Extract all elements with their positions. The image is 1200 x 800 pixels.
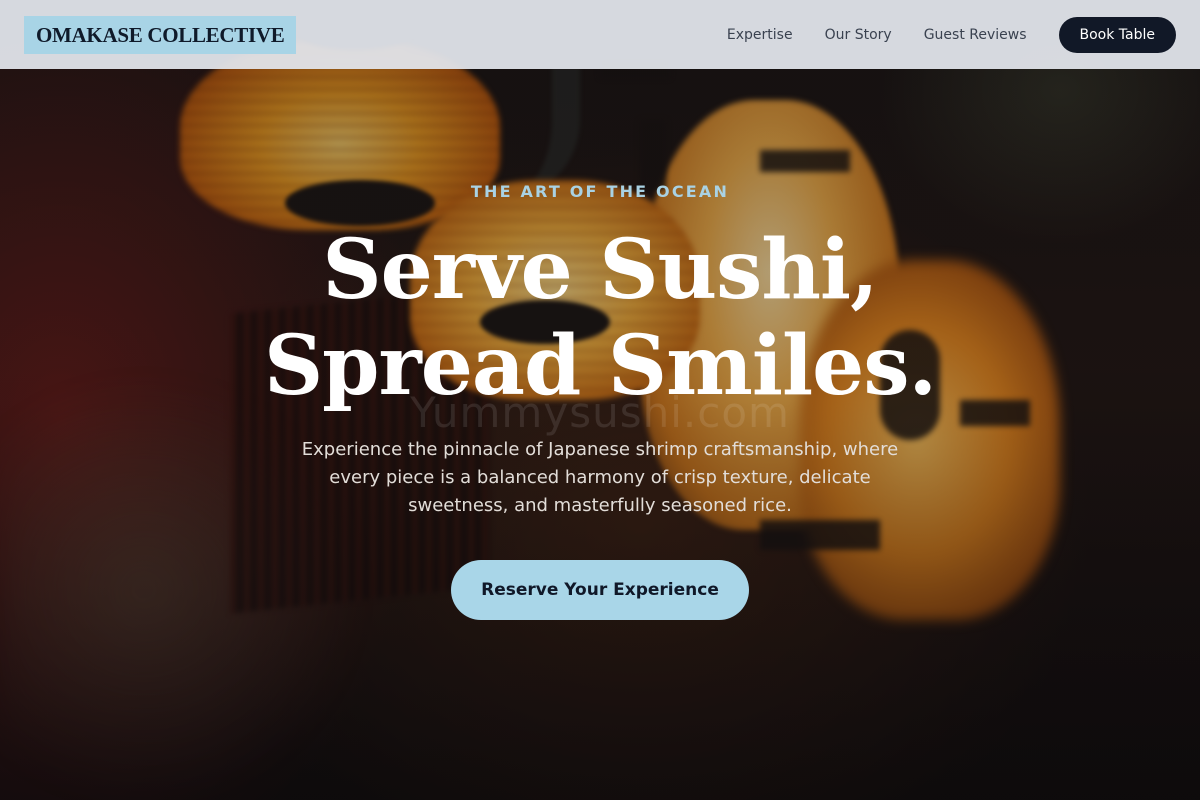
hero-description: Experience the pinnacle of Japanese shri… bbox=[301, 439, 899, 516]
hero-headline-line-1: Serve Sushi, bbox=[322, 222, 878, 318]
site-header: OMAKASE COLLECTIVE Expertise Our Story G… bbox=[0, 0, 1200, 69]
nav-link-expertise[interactable]: Expertise bbox=[727, 27, 793, 43]
main-nav: Expertise Our Story Guest Reviews Book T… bbox=[727, 16, 1176, 53]
book-table-button[interactable]: Book Table bbox=[1058, 16, 1176, 53]
nav-link-our-story[interactable]: Our Story bbox=[825, 27, 892, 43]
reserve-experience-button[interactable]: Reserve Your Experience bbox=[451, 560, 749, 620]
hero-eyebrow: THE ART OF THE OCEAN bbox=[470, 182, 730, 201]
hero-headline: Serve Sushi, Spread Smiles. bbox=[0, 222, 1200, 414]
hero-section: THE ART OF THE OCEAN Serve Sushi, Spread… bbox=[0, 0, 1200, 800]
watermark-text: Yummysushi.com bbox=[410, 388, 790, 437]
nav-link-guest-reviews[interactable]: Guest Reviews bbox=[924, 27, 1027, 43]
brand-logo[interactable]: OMAKASE COLLECTIVE bbox=[24, 15, 297, 54]
